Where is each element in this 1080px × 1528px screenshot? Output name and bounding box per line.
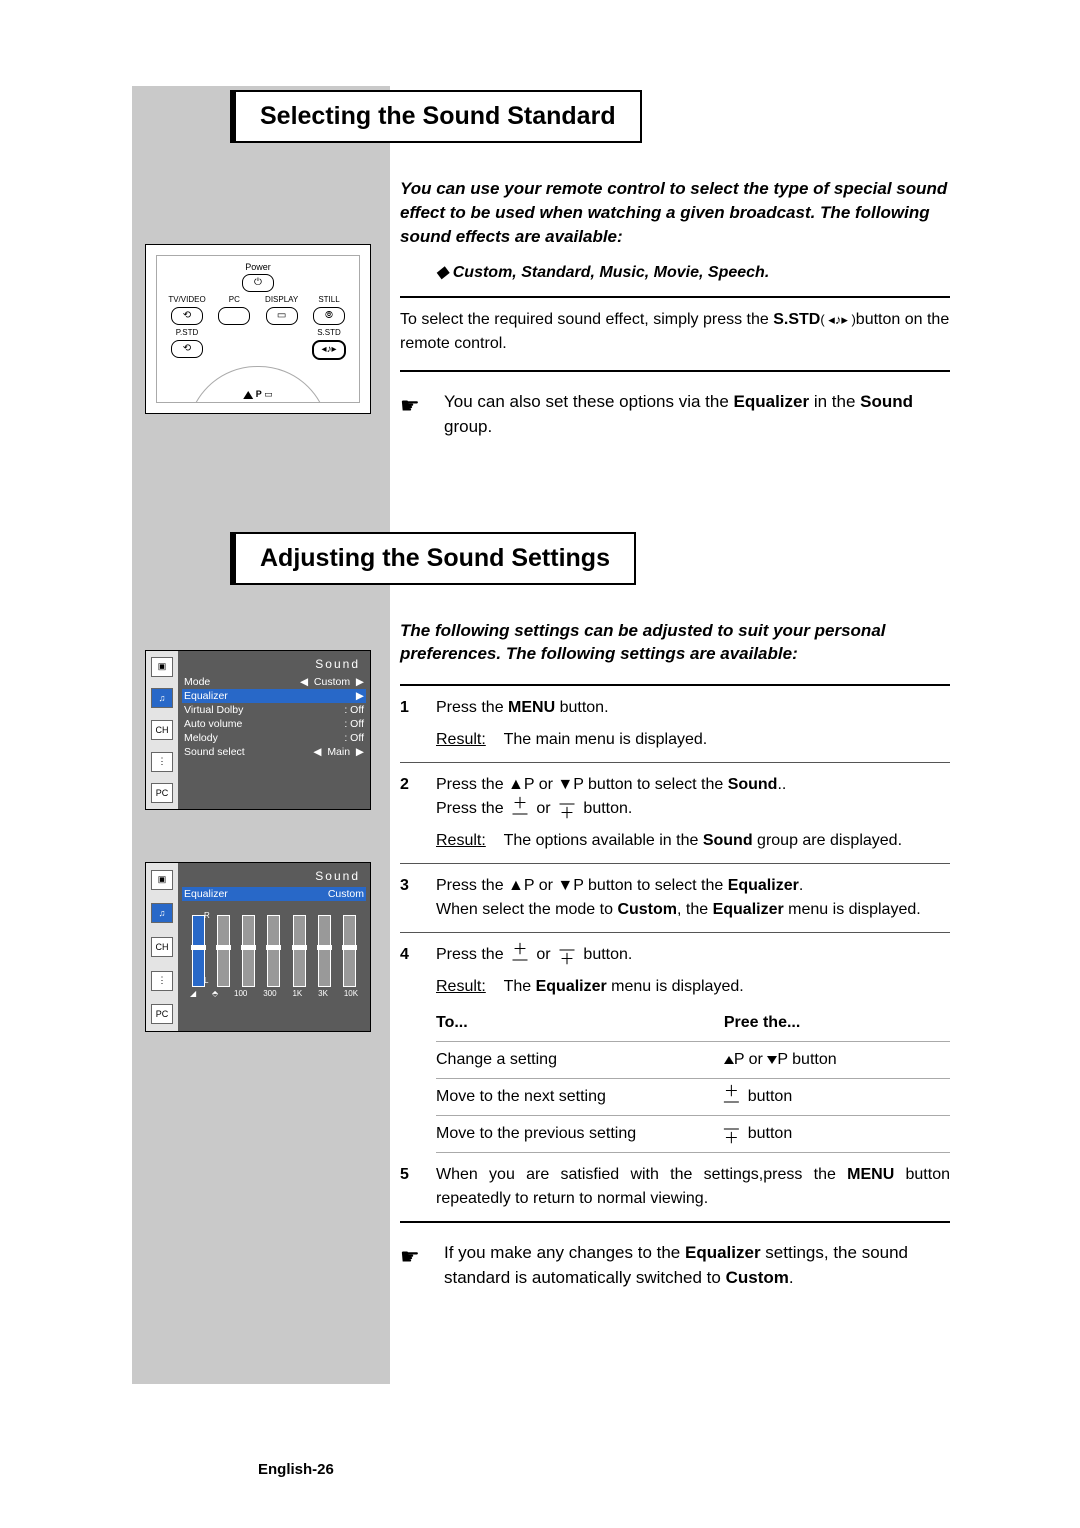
figure-osd-equalizer: ▣♫CH⋮PC Sound EqualizerCustom R L ◢⬘1003… [145,862,371,1032]
osd-side-icons: ▣♫CH⋮PC [146,651,178,809]
table-row: Change a settingP or P button [436,1042,950,1079]
table-row: Move to the previous setting—＋ button [436,1116,950,1153]
figure-remote-control: Power ⏻ TV/VIDEOPCDISPLAYSTILL ⟲ ▭ ⦾ P.S… [145,244,371,414]
step-2: 2 Press the ▲P or ▼P button to select th… [400,773,950,853]
osd-row-virtual-dolby: Virtual Dolby: Off [182,703,366,717]
power-button-icon: ⏻ [242,274,274,292]
action-table: To...Pree the... Change a settingP or P … [436,1005,950,1153]
page-footer: English-26 [258,1461,334,1478]
step-3: 3 Press the ▲P or ▼P button to select th… [400,874,950,922]
hand-icon: ☛ [400,390,444,439]
sound-effects-list: ◆ Custom, Standard, Music, Movie, Speech… [436,262,950,282]
osd-row-auto-volume: Auto volume: Off [182,717,366,731]
osd2-title: Sound [182,869,360,883]
osd-row-mode: Mode◀ Custom ▶ [182,675,366,689]
pc-button [218,307,250,325]
step-5: 5 When you are satisfied with the settin… [400,1163,950,1211]
figure-osd-sound-menu: ▣♫CH⋮PC Sound Mode◀ Custom ▶ Equalizer▶ … [145,650,371,810]
table-row: Move to the next setting＋— button [436,1079,950,1116]
section1-note: You can also set these options via the E… [444,390,950,439]
sstd-button: ◂♪▸ [312,340,346,360]
remote-power-label: Power [165,262,351,272]
pstd-button: ⟲ [171,340,203,358]
still-button: ⦾ [313,307,345,325]
osd-row-equalizer: Equalizer▶ [182,689,366,703]
heading-adjusting-sound-settings: Adjusting the Sound Settings [230,532,636,585]
step-4: 4 Press the ＋— or —＋ button. Result: The… [400,943,950,1153]
equalizer-freq-labels: ◢⬘1003001K3K10K [182,989,366,998]
section2-intro: The following settings can be adjusted t… [400,619,950,667]
display-button: ▭ [266,307,298,325]
heading-selecting-sound-standard: Selecting the Sound Standard [230,90,642,143]
osd2-header-row: EqualizerCustom [182,887,366,901]
osd2-side-icons: ▣♫CH⋮PC [146,863,178,1031]
osd-row-melody: Melody: Off [182,731,366,745]
sstd-label: S.STD [307,328,351,337]
step-1: 1 Press the MENU button. Result: The mai… [400,696,950,752]
remote-row-labels: TV/VIDEOPCDISPLAYSTILL [165,295,351,304]
osd1-title: Sound [182,657,360,671]
hand-icon: ☛ [400,1241,444,1290]
section1-intro: You can use your remote control to selec… [400,177,950,248]
equalizer-bars [186,907,362,987]
pstd-label: P.STD [165,328,209,337]
section1-body: To select the required sound effect, sim… [400,308,950,356]
osd-row-sound-select: Sound select◀ Main ▶ [182,745,366,759]
remote-p-indicator: P ▭ [243,389,273,400]
tv-video-button: ⟲ [171,307,203,325]
section2-note: If you make any changes to the Equalizer… [444,1241,950,1290]
